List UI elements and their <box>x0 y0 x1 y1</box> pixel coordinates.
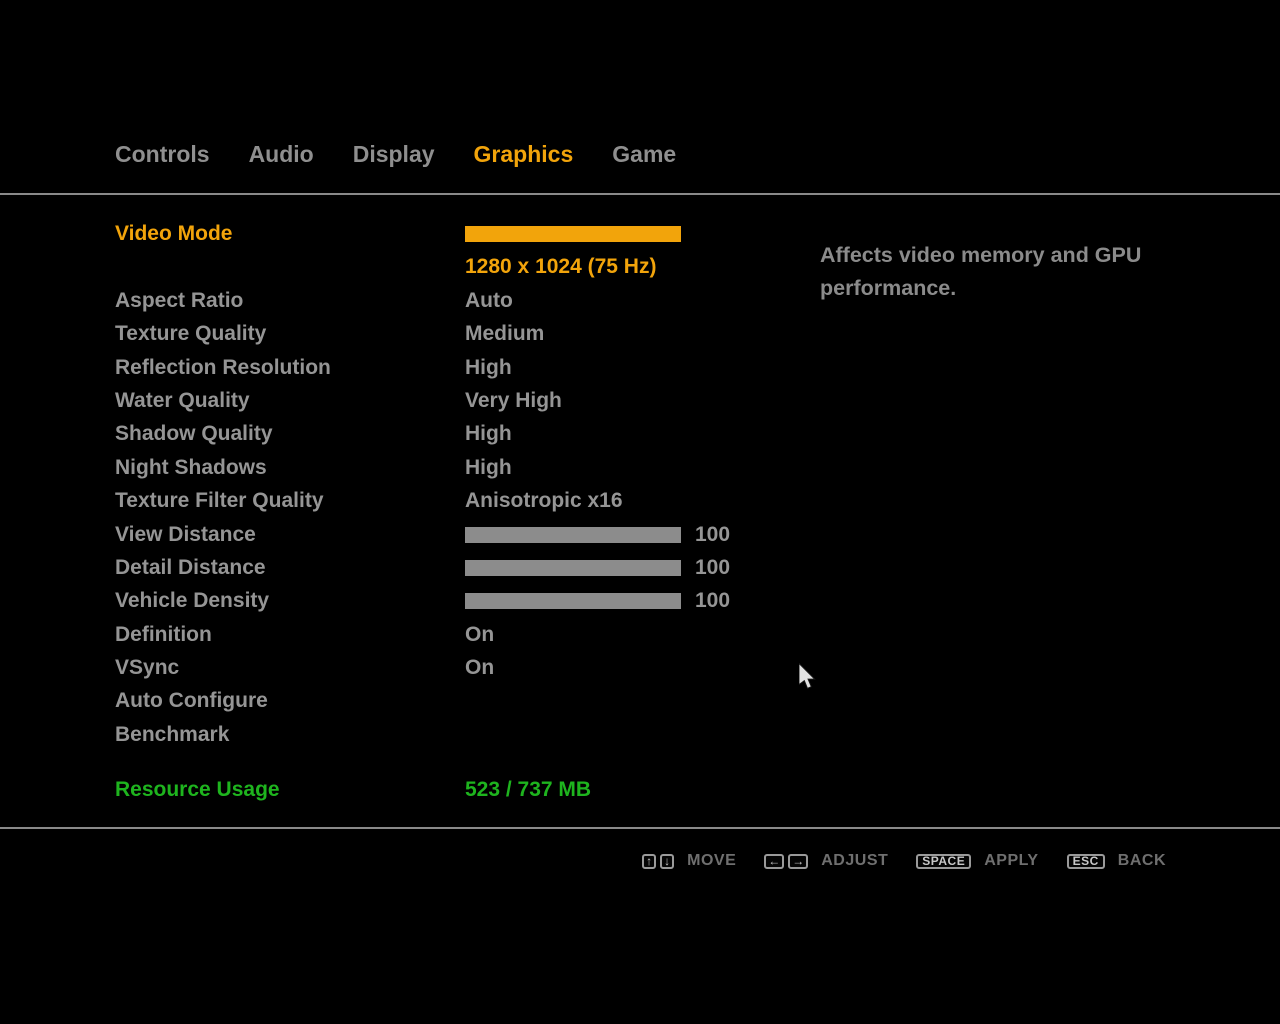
tab-game[interactable]: Game <box>612 141 676 168</box>
slider-bar[interactable] <box>465 593 681 610</box>
slider-value: 100 <box>695 555 731 579</box>
keycap-space: SPACE <box>916 853 972 869</box>
setting-label: View Distance <box>115 522 256 546</box>
setting-label: Vehicle Density <box>115 589 270 613</box>
setting-label: Video Mode <box>115 222 233 245</box>
slider-value: 100 <box>695 589 731 613</box>
tab-audio[interactable]: Audio <box>249 141 314 168</box>
setting-row-aspect-ratio[interactable]: Aspect Ratio Auto <box>115 284 775 317</box>
setting-value: On <box>465 656 495 680</box>
keycap-arrow: → <box>788 853 809 869</box>
setting-row-reflection-resolution[interactable]: Reflection Resolution High <box>115 351 775 384</box>
setting-label: Water Quality <box>115 388 250 412</box>
tab-bar: Controls Audio Display Graphics Game <box>115 141 676 168</box>
mouse-cursor-icon <box>799 663 816 689</box>
resolution-value: 1280 x 1024 (75 Hz) <box>465 255 657 279</box>
slider-bar[interactable] <box>465 559 681 576</box>
resolution-selector-bar[interactable] <box>465 226 681 242</box>
setting-value: Medium <box>465 322 545 346</box>
setting-row-water-quality[interactable]: Water Quality Very High <box>115 384 775 417</box>
setting-label: Texture Quality <box>115 322 267 346</box>
setting-row-vsync[interactable]: VSync On <box>115 651 775 684</box>
setting-row-video-mode[interactable]: Video Mode 1280 x 1024 (75 Hz) <box>115 217 775 284</box>
setting-row-vehicle-density[interactable]: Vehicle Density 100 <box>115 584 775 617</box>
top-divider <box>0 193 1280 195</box>
key-hint-label: MOVE <box>687 852 737 869</box>
setting-label: Shadow Quality <box>115 422 273 446</box>
setting-row-benchmark[interactable]: Benchmark <box>115 718 775 751</box>
setting-row-night-shadows[interactable]: Night Shadows High <box>115 451 775 484</box>
key-hint-label: ADJUST <box>821 852 889 869</box>
keycap-esc: ESC <box>1066 853 1105 869</box>
tab-controls[interactable]: Controls <box>115 141 210 168</box>
key-hints-bar: ↑ ↓ MOVE ← → ADJUST SPACE APPLY ESC BACK <box>642 852 1166 870</box>
setting-row-shadow-quality[interactable]: Shadow Quality High <box>115 417 775 450</box>
setting-value: High <box>465 355 512 379</box>
setting-value: Very High <box>465 388 562 412</box>
setting-label: VSync <box>115 656 180 680</box>
setting-value: On <box>465 622 495 646</box>
tab-graphics[interactable]: Graphics <box>474 141 574 168</box>
setting-value: Auto <box>465 288 513 312</box>
setting-label: Benchmark <box>115 722 230 746</box>
key-hint-move: ↑ ↓ MOVE <box>642 852 736 870</box>
resource-usage-label: Resource Usage <box>115 778 280 801</box>
resource-usage-row: Resource Usage 523 / 737 MB <box>115 773 775 806</box>
slider-value: 100 <box>695 522 731 546</box>
keycap-arrow: ↓ <box>660 853 675 869</box>
key-hint-label: BACK <box>1117 852 1166 869</box>
setting-row-view-distance[interactable]: View Distance 100 <box>115 518 775 551</box>
key-hint-back: ESC BACK <box>1066 852 1166 870</box>
setting-row-detail-distance[interactable]: Detail Distance 100 <box>115 551 775 584</box>
setting-label: Aspect Ratio <box>115 288 244 312</box>
setting-label: Detail Distance <box>115 555 266 579</box>
bottom-divider <box>0 827 1280 829</box>
graphics-settings-screen: Controls Audio Display Graphics Game Video M… <box>0 0 1280 1024</box>
setting-row-texture-quality[interactable]: Texture Quality Medium <box>115 317 775 350</box>
setting-value: High <box>465 455 512 479</box>
setting-row-auto-configure[interactable]: Auto Configure <box>115 684 775 717</box>
key-hint-label: APPLY <box>984 852 1039 869</box>
keycap-arrow: ← <box>764 853 785 869</box>
settings-list: Video Mode 1280 x 1024 (75 Hz) Aspect Ra… <box>115 217 775 751</box>
keycap-arrow: ↑ <box>642 853 657 869</box>
key-hint-apply: SPACE APPLY <box>916 852 1038 870</box>
setting-label: Auto Configure <box>115 689 268 713</box>
setting-label: Night Shadows <box>115 455 267 479</box>
setting-value: Anisotropic x16 <box>465 489 623 513</box>
tab-display[interactable]: Display <box>353 141 435 168</box>
slider-bar[interactable] <box>465 526 681 543</box>
setting-row-definition[interactable]: Definition On <box>115 618 775 651</box>
setting-label: Reflection Resolution <box>115 355 331 379</box>
setting-label: Texture Filter Quality <box>115 489 324 513</box>
key-hint-adjust: ← → ADJUST <box>764 852 888 870</box>
setting-value: High <box>465 422 512 446</box>
setting-description: Affects video memory and GPU performance… <box>820 242 1142 300</box>
resource-usage-value: 523 / 737 MB <box>465 778 592 801</box>
setting-label: Definition <box>115 622 212 646</box>
setting-row-texture-filter-quality[interactable]: Texture Filter Quality Anisotropic x16 <box>115 484 775 517</box>
